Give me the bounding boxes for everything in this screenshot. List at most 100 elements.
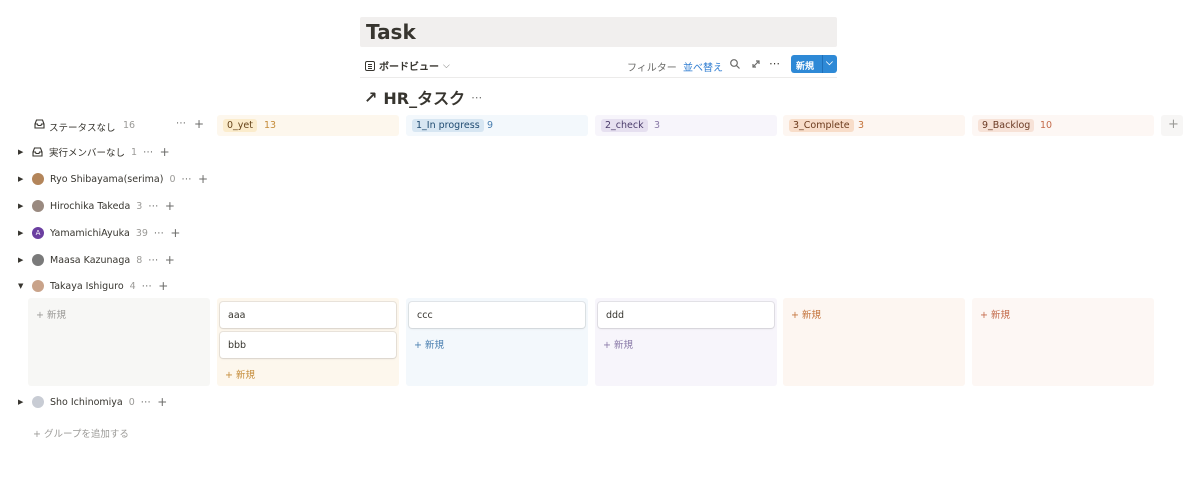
new-button-divider [822,55,823,73]
view-tab-board[interactable]: ボードビュー ⌵ [365,58,450,73]
lane-1-in-progress: ccc + 新規 [406,298,588,386]
group-name: Sho Ichinomiya [50,396,123,408]
group-count: 4 [129,280,136,292]
add-column-button[interactable]: + [1161,115,1183,136]
group-count: 1 [131,146,138,158]
card[interactable]: ccc [409,302,585,328]
group-row-no-member[interactable]: ▶ 実行メンバーなし 1 ⋯ + [18,143,170,161]
card-title: ccc [417,310,433,321]
lane-3-complete: + 新規 [783,298,965,386]
sort-button[interactable]: 並べ替え [683,59,723,74]
column-header-no-status[interactable]: ステータスなし 16 ⋯ + [28,115,208,136]
add-card-button[interactable]: + 新規 [36,307,66,321]
new-button[interactable]: 新規 ⌵ [791,55,837,73]
triangle-right-icon[interactable]: ▶ [18,148,26,156]
avatar [32,200,44,212]
group-name: Ryo Shibayama(serima) [50,173,164,185]
add-group-button[interactable]: + グループを追加する [33,426,129,440]
group-more-icon[interactable]: ⋯ [142,281,153,292]
group-add-icon[interactable]: + [165,253,176,267]
column-more-icon[interactable]: ⋯ [176,118,187,129]
avatar [32,254,44,266]
chevron-down-icon[interactable]: ⌵ [826,58,833,68]
avatar [32,396,44,408]
page-title[interactable]: Task [366,20,416,44]
database-more-icon[interactable]: ⋯ [471,91,482,104]
lane-2-check: ddd + 新規 [595,298,777,386]
column-header-0-yet[interactable]: 0_yet 13 [217,115,399,136]
group-count: 0 [169,173,176,185]
group-more-icon[interactable]: ⋯ [181,174,192,185]
triangle-right-icon[interactable]: ▶ [18,398,26,406]
group-name: Takaya Ishiguro [50,280,124,292]
group-more-icon[interactable]: ⋯ [143,147,154,158]
database-title[interactable]: ↗ HR_タスク ⋯ [364,85,482,109]
column-label: ステータスなし [49,123,116,134]
group-row-takaya-ishiguro[interactable]: ▼ Takaya Ishiguro 4 ⋯ + [18,277,169,295]
lane-9-backlog: + 新規 [972,298,1154,386]
group-row-sho-ichinomiya[interactable]: ▶ Sho Ichinomiya 0 ⋯ + [18,393,168,411]
triangle-right-icon[interactable]: ▶ [18,175,26,183]
column-label: 0_yet [223,119,257,132]
triangle-right-icon[interactable]: ▶ [18,229,26,237]
column-header-9-backlog[interactable]: 9_Backlog 10 [972,115,1154,136]
add-card-button[interactable]: + 新規 [225,367,255,381]
avatar: A [32,227,44,239]
new-button-label: 新規 [796,62,815,72]
group-add-icon[interactable]: + [157,395,168,409]
add-card-button[interactable]: + 新規 [791,307,821,321]
column-add-icon[interactable]: + [194,117,205,131]
group-add-icon[interactable]: + [170,226,181,240]
column-count: 16 [123,120,136,131]
group-name: YamamichiAyuka [50,227,130,239]
group-add-icon[interactable]: + [158,279,169,293]
column-label: 2_check [601,119,648,132]
column-count: 3 [858,120,865,131]
expand-icon[interactable] [750,58,762,70]
group-add-icon[interactable]: + [160,145,171,159]
group-more-icon[interactable]: ⋯ [141,397,152,408]
column-header-3-complete[interactable]: 3_Complete 3 [783,115,965,136]
add-card-button[interactable]: + 新規 [980,307,1010,321]
group-name: Maasa Kazunaga [50,254,131,266]
group-row-maasa-kazunaga[interactable]: ▶ Maasa Kazunaga 8 ⋯ + [18,251,175,269]
card-title: ddd [606,310,625,321]
group-count: 3 [136,200,143,212]
link-arrow-icon: ↗ [364,87,378,107]
triangle-right-icon[interactable]: ▶ [18,256,26,264]
database-title-text: HR_タスク [383,89,466,108]
add-card-button[interactable]: + 新規 [414,337,444,351]
triangle-right-icon[interactable]: ▶ [18,202,26,210]
triangle-down-icon[interactable]: ▼ [18,282,26,290]
column-header-2-check[interactable]: 2_check 3 [595,115,777,136]
lane-no-status: + 新規 [28,298,210,386]
add-card-button[interactable]: + 新規 [603,337,633,351]
group-row-hirochika-takeda[interactable]: ▶ Hirochika Takeda 3 ⋯ + [18,197,175,215]
column-header-1-in-progress[interactable]: 1_In progress 9 [406,115,588,136]
lane-0-yet: aaa bbb + 新規 [217,298,399,386]
group-row-ryo-shibayama[interactable]: ▶ Ryo Shibayama(serima) 0 ⋯ + [18,170,209,188]
column-label: 9_Backlog [978,119,1035,132]
group-more-icon[interactable]: ⋯ [154,228,165,239]
group-row-yamamichi-ayuka[interactable]: ▶ A YamamichiAyuka 39 ⋯ + [18,224,181,242]
page-title-bar [360,17,837,47]
card[interactable]: bbb [220,332,396,358]
card[interactable]: ddd [598,302,774,328]
group-name: 実行メンバーなし [49,148,126,159]
group-count: 39 [135,227,148,239]
group-more-icon[interactable]: ⋯ [148,255,159,266]
group-more-icon[interactable]: ⋯ [148,201,159,212]
group-add-icon[interactable]: + [198,172,209,186]
filter-button[interactable]: フィルター [627,59,677,74]
group-add-icon[interactable]: + [165,199,176,213]
inbox-icon [34,119,45,129]
avatar [32,280,44,292]
more-options-icon[interactable]: ⋯ [769,57,780,70]
group-count: 0 [128,396,135,408]
card-title: bbb [228,340,247,351]
card-title: aaa [228,310,246,321]
view-tab-label: ボードビュー [379,62,439,73]
plus-icon: + [1168,117,1179,132]
search-icon[interactable] [729,58,741,70]
card[interactable]: aaa [220,302,396,328]
